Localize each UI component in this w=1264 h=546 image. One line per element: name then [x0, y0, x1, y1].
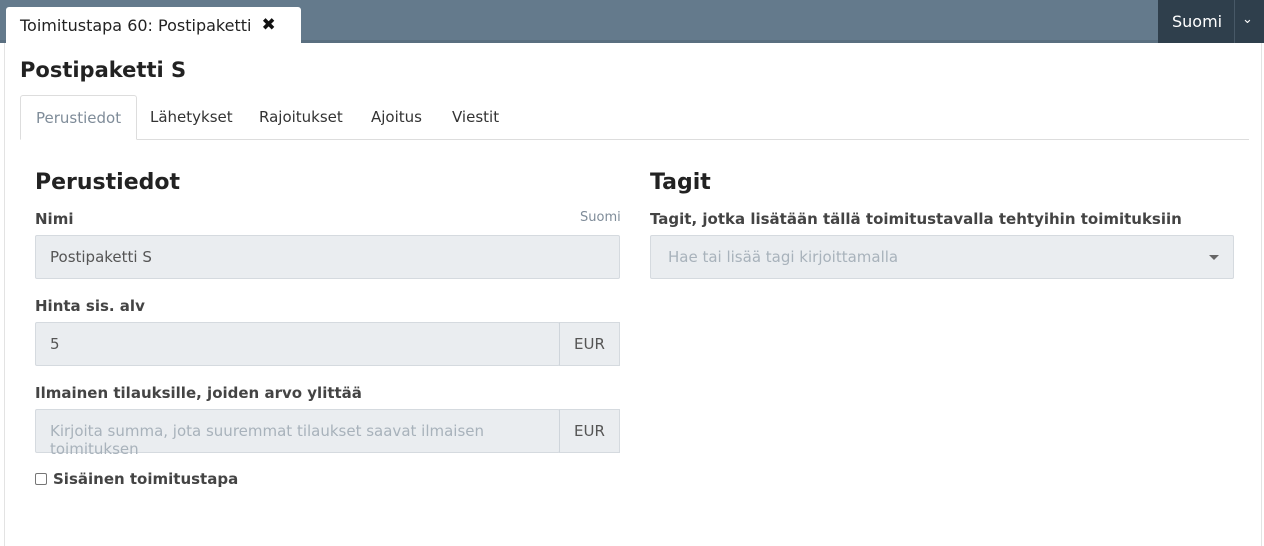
- top-bar: Toimitustapa 60: Postipaketti ✖ Suomi ⌄: [0, 0, 1264, 43]
- free-shipping-currency-addon: EUR: [559, 409, 620, 453]
- free-shipping-threshold-input[interactable]: Kirjoita summa, jota suuremmat tilaukset…: [35, 409, 560, 458]
- tab-perustiedot[interactable]: Perustiedot: [20, 95, 138, 140]
- tab-viestit[interactable]: Viestit: [452, 95, 499, 140]
- caret-down-icon[interactable]: [1209, 255, 1219, 260]
- language-label: Suomi: [1172, 12, 1223, 31]
- page-title: Postipaketti S: [20, 58, 187, 82]
- free-shipping-label: Ilmainen tilauksille, joiden arvo ylittä…: [35, 384, 362, 402]
- document-tab[interactable]: Toimitustapa 60: Postipaketti ✖: [6, 7, 301, 43]
- internal-method-checkbox[interactable]: [35, 473, 47, 485]
- tags-select[interactable]: Hae tai lisää tagi kirjoittamalla: [650, 235, 1234, 279]
- tags-label: Tagit, jotka lisätään tällä toimitustava…: [650, 210, 1182, 228]
- tab-lahetykset[interactable]: Lähetykset: [150, 95, 233, 140]
- close-icon[interactable]: ✖: [261, 15, 275, 35]
- basic-info-heading: Perustiedot: [35, 170, 181, 195]
- internal-method-row: Sisäinen toimitustapa: [35, 470, 238, 488]
- price-label: Hinta sis. alv: [35, 297, 145, 315]
- price-input[interactable]: 5: [35, 322, 560, 366]
- document-tab-title: Toimitustapa 60: Postipaketti: [20, 15, 252, 35]
- internal-method-label[interactable]: Sisäinen toimitustapa: [53, 470, 238, 488]
- name-label: Nimi: [35, 210, 74, 228]
- name-language-hint[interactable]: Suomi: [580, 210, 621, 225]
- price-currency-addon: EUR: [559, 322, 620, 366]
- language-divider: [1234, 0, 1235, 43]
- tags-select-placeholder: Hae tai lisää tagi kirjoittamalla: [668, 248, 899, 266]
- tab-rajoitukset[interactable]: Rajoitukset: [259, 95, 343, 140]
- name-input[interactable]: Postipaketti S: [35, 235, 620, 279]
- tags-heading: Tagit: [650, 170, 711, 195]
- tab-bar: Perustiedot Lähetykset Rajoitukset Ajoit…: [20, 95, 1249, 140]
- chevron-down-icon[interactable]: ⌄: [1242, 12, 1253, 27]
- tab-ajoitus[interactable]: Ajoitus: [371, 95, 422, 140]
- language-selector-button[interactable]: Suomi ⌄: [1158, 0, 1264, 43]
